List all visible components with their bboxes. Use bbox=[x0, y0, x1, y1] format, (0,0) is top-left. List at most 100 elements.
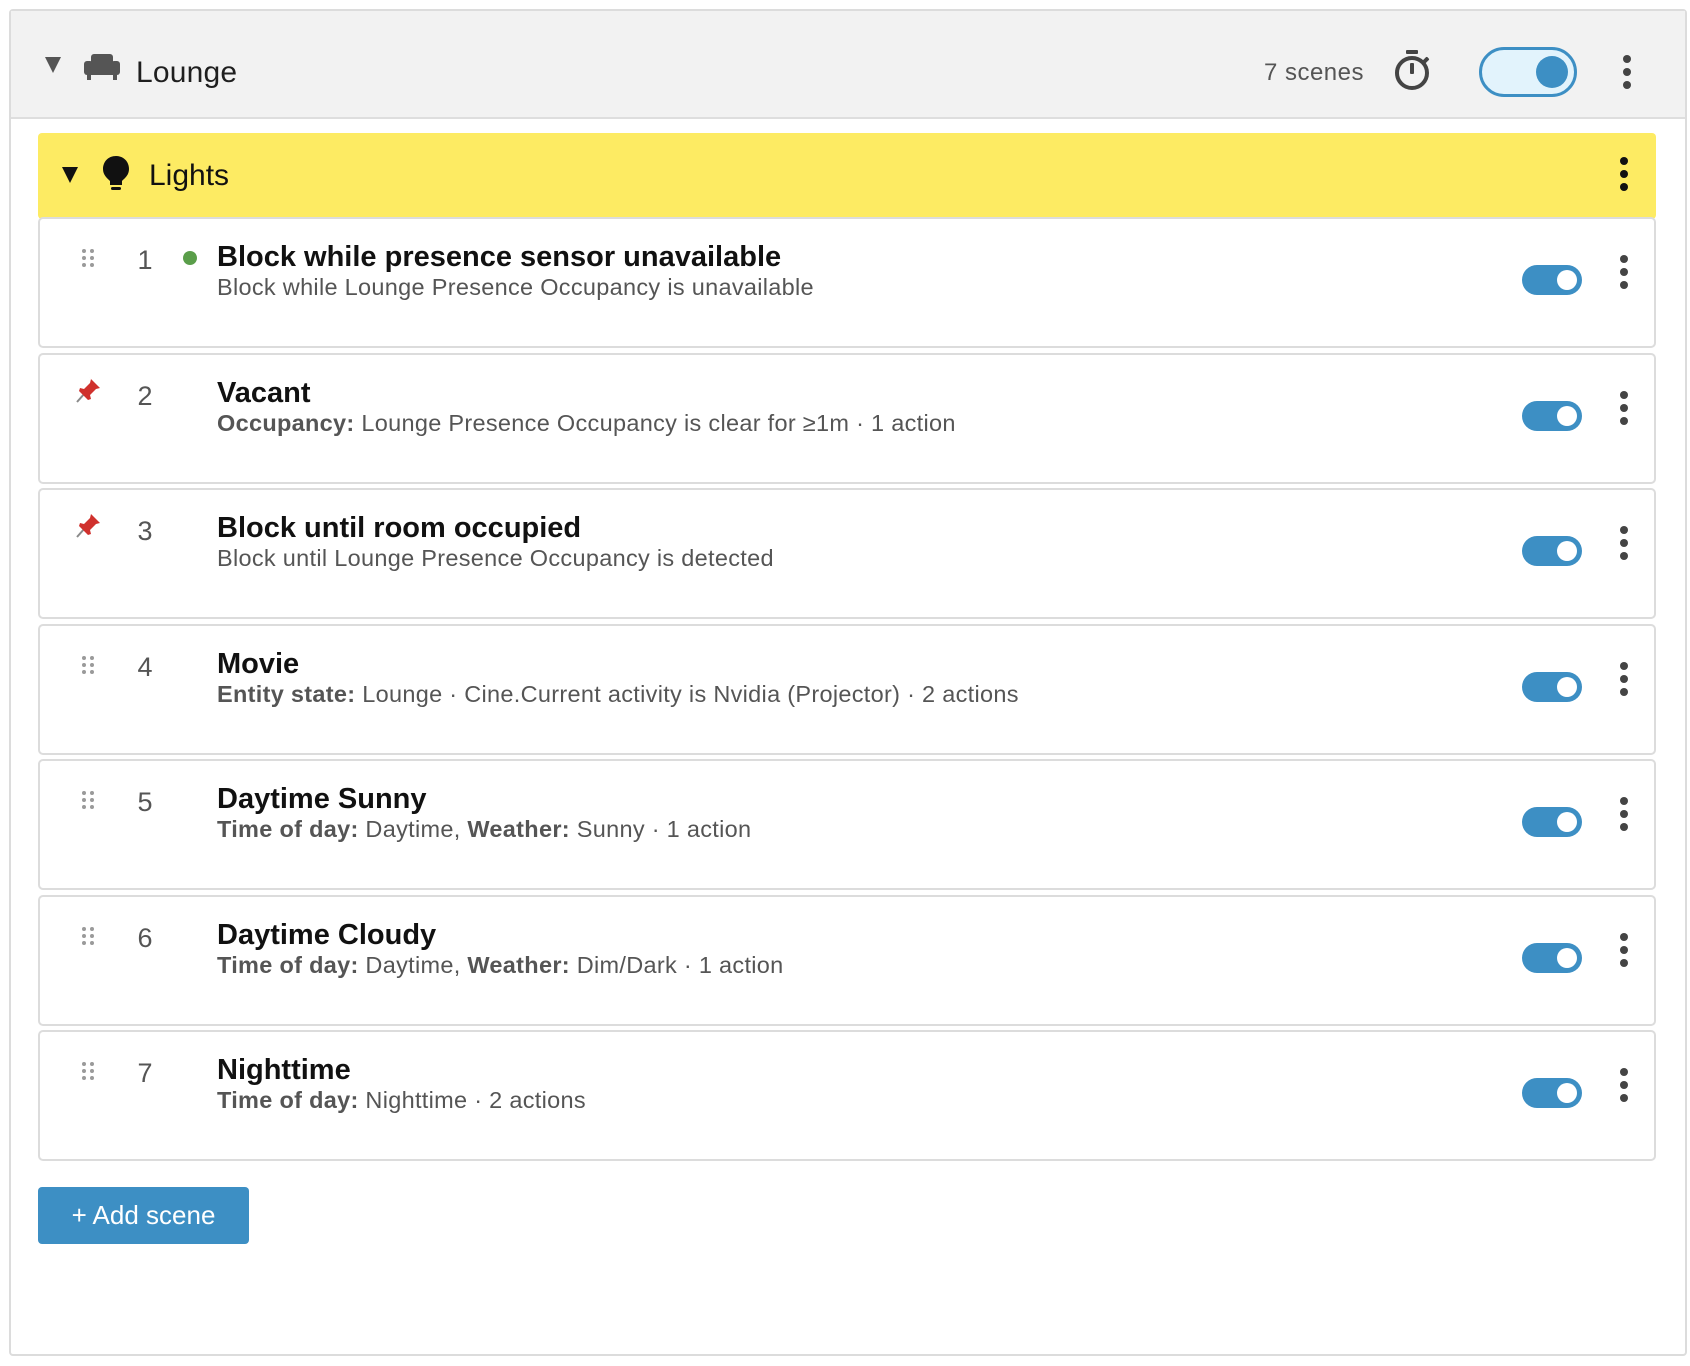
drag-dot bbox=[90, 662, 94, 667]
drag-dot bbox=[90, 669, 94, 674]
scene-enable-toggle[interactable] bbox=[1522, 1078, 1582, 1108]
group-title: Lights bbox=[149, 159, 230, 192]
scene-number: 2 bbox=[137, 380, 153, 411]
scene-title: Movie bbox=[217, 647, 300, 680]
sofa-icon bbox=[84, 54, 120, 80]
drag-dot bbox=[90, 933, 94, 938]
scene-title: Nighttime bbox=[217, 1054, 351, 1086]
drag-dot bbox=[90, 249, 94, 253]
scene-enable-toggle[interactable] bbox=[1522, 400, 1582, 431]
description-label: Time of day: bbox=[217, 1087, 359, 1113]
scene-number: 4 bbox=[137, 651, 153, 682]
drag-dot bbox=[82, 249, 86, 253]
scene-card[interactable]: 4 Movie Entity state: Lounge · Cine.Curren… bbox=[38, 623, 1656, 755]
drag-dot bbox=[90, 1069, 94, 1073]
toggle-knob bbox=[1557, 676, 1577, 697]
toggle-knob bbox=[1536, 56, 1568, 88]
description-text: Lounge Presence Occupancy is clear for ≥… bbox=[354, 409, 956, 436]
scene-title: Daytime Sunny bbox=[217, 783, 427, 815]
pin-icon[interactable] bbox=[74, 510, 102, 540]
description-text: Dim/Dark · 1 action bbox=[569, 951, 784, 978]
description-text: Block until Lounge Presence Occupancy is… bbox=[217, 545, 774, 571]
collapse-caret-icon[interactable] bbox=[45, 57, 61, 73]
toggle-knob bbox=[1557, 405, 1577, 426]
timer-icon[interactable] bbox=[1393, 49, 1431, 91]
drag-dot bbox=[82, 933, 86, 938]
drag-handle-icon[interactable] bbox=[82, 249, 94, 267]
scene-card[interactable]: 7 Nighttime Time of day: Nighttime · 2 act… bbox=[38, 1030, 1656, 1161]
description-label: Entity state: bbox=[217, 680, 356, 707]
toggle-knob bbox=[1557, 270, 1577, 290]
description-label: Weather: bbox=[467, 816, 570, 842]
scene-description: Block while Lounge Presence Occupancy is… bbox=[217, 274, 814, 301]
drag-handle-icon[interactable] bbox=[82, 791, 94, 809]
drag-dot bbox=[90, 805, 94, 809]
drag-dot bbox=[82, 655, 86, 660]
description-label: Time of day: bbox=[217, 951, 359, 978]
drag-dot bbox=[82, 805, 86, 809]
description-text: Lounge · Cine.Current activity is Nvidia… bbox=[355, 680, 1019, 707]
scene-card[interactable]: 5 Daytime Sunny Time of day: Daytime, Weat… bbox=[38, 759, 1656, 890]
drag-dot bbox=[82, 940, 86, 945]
scene-enable-toggle[interactable] bbox=[1522, 807, 1582, 837]
scene-menu-kebab-icon[interactable] bbox=[1619, 255, 1629, 294]
scene-menu-kebab-icon[interactable] bbox=[1619, 797, 1629, 836]
scene-description: Time of day: Nighttime · 2 actions bbox=[217, 1087, 586, 1114]
drag-dot bbox=[82, 926, 86, 931]
scene-menu-kebab-icon[interactable] bbox=[1619, 661, 1629, 701]
scene-number: 1 bbox=[137, 245, 153, 275]
description-text: Block while Lounge Presence Occupancy is… bbox=[217, 274, 814, 300]
scene-menu-kebab-icon[interactable] bbox=[1619, 390, 1629, 430]
description-text: Nighttime · 2 actions bbox=[358, 1087, 586, 1113]
scene-menu-kebab-icon[interactable] bbox=[1619, 1068, 1629, 1107]
scene-enable-toggle[interactable] bbox=[1522, 536, 1582, 566]
scene-card[interactable]: 1 Block while presence sensor unavailable… bbox=[38, 217, 1656, 348]
add-scene-button[interactable]: + Add scene bbox=[38, 1187, 249, 1244]
scene-enable-toggle[interactable] bbox=[1522, 265, 1582, 295]
drag-handle-icon[interactable] bbox=[82, 655, 94, 674]
toggle-knob bbox=[1557, 812, 1577, 832]
drag-handle-icon[interactable] bbox=[82, 926, 94, 945]
scene-description: Time of day: Daytime, Weather: Sunny · 1… bbox=[217, 816, 751, 843]
toggle-knob bbox=[1557, 1083, 1577, 1103]
drag-dot bbox=[82, 669, 86, 674]
drag-dot bbox=[82, 798, 86, 802]
lights-group-header[interactable]: Lights bbox=[38, 133, 1656, 219]
scene-card[interactable]: 2 Vacant Occupancy: Lounge Presence Occupa… bbox=[38, 352, 1656, 484]
scene-enable-toggle[interactable] bbox=[1522, 942, 1582, 973]
scene-card[interactable]: 6 Daytime Cloudy Time of day: Daytime, Wea… bbox=[38, 894, 1656, 1026]
drag-dot bbox=[90, 655, 94, 660]
description-text: Daytime, bbox=[358, 951, 468, 978]
room-header[interactable]: Lounge 7 scenes bbox=[11, 11, 1685, 119]
scene-menu-kebab-icon[interactable] bbox=[1619, 932, 1629, 972]
description-label: Time of day: bbox=[217, 816, 359, 842]
drag-handle-icon[interactable] bbox=[82, 1062, 94, 1080]
room-menu-kebab-icon[interactable] bbox=[1622, 55, 1632, 94]
toggle-knob bbox=[1557, 947, 1577, 968]
description-label: Occupancy: bbox=[217, 409, 355, 436]
scene-title: Block while presence sensor unavailable bbox=[217, 241, 782, 273]
scene-number: 5 bbox=[137, 787, 153, 817]
scene-number: 3 bbox=[137, 516, 153, 546]
collapse-caret-icon[interactable] bbox=[62, 167, 78, 183]
drag-dot bbox=[82, 1069, 86, 1073]
lightbulb-icon bbox=[103, 156, 129, 190]
scene-card[interactable]: 3 Block until room occupied Block until Lo… bbox=[38, 488, 1656, 619]
drag-dot bbox=[82, 1076, 86, 1080]
scene-description: Block until Lounge Presence Occupancy is… bbox=[217, 545, 774, 572]
drag-dot bbox=[82, 662, 86, 667]
pin-icon[interactable] bbox=[74, 375, 102, 405]
description-text: Daytime, bbox=[358, 816, 468, 842]
drag-dot bbox=[90, 791, 94, 795]
scene-title: Vacant bbox=[217, 376, 311, 409]
scene-title: Daytime Cloudy bbox=[217, 918, 437, 951]
scene-menu-kebab-icon[interactable] bbox=[1619, 526, 1629, 565]
scene-title: Block until room occupied bbox=[217, 512, 582, 544]
drag-dot bbox=[90, 926, 94, 931]
group-menu-kebab-icon[interactable] bbox=[1619, 157, 1629, 196]
room-panel: Lounge 7 scenes Lights 1 Block while pres… bbox=[9, 9, 1687, 1356]
room-enable-toggle[interactable] bbox=[1479, 47, 1577, 97]
drag-dot bbox=[82, 791, 86, 795]
scene-description: Time of day: Daytime, Weather: Dim/Dark … bbox=[217, 952, 784, 979]
scene-enable-toggle[interactable] bbox=[1522, 671, 1582, 702]
